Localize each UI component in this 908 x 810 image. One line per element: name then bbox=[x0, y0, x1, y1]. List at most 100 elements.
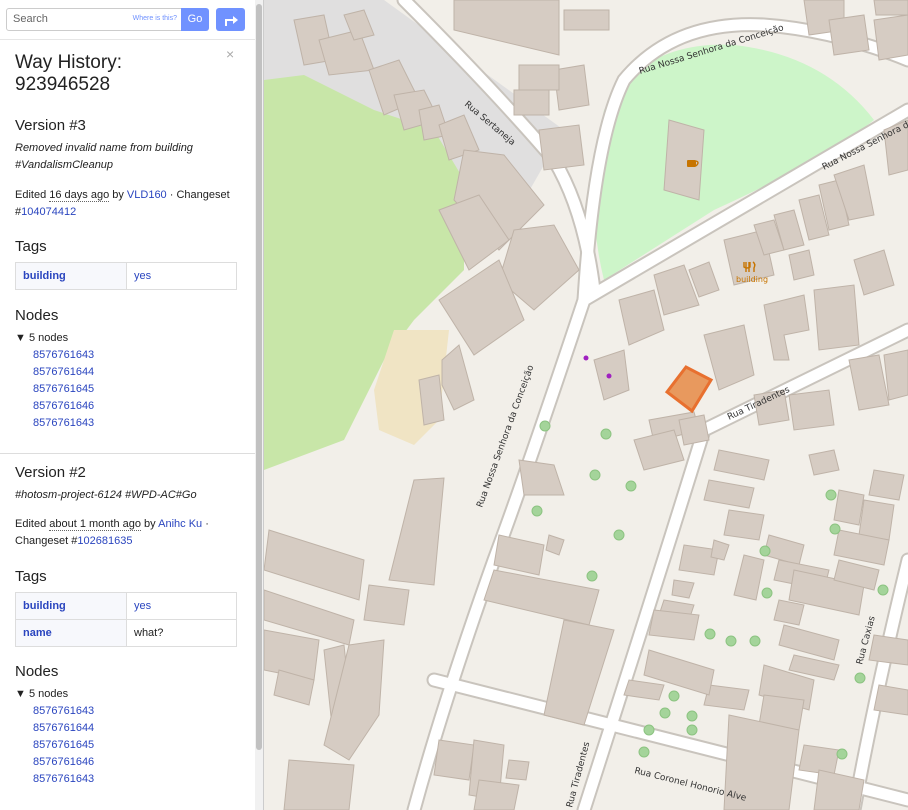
node-link[interactable]: 8576761645 bbox=[15, 381, 94, 398]
building bbox=[773, 599, 805, 626]
edited-prefix: Edited bbox=[15, 518, 50, 530]
building bbox=[873, 0, 908, 16]
tree bbox=[668, 690, 680, 702]
node-link[interactable]: 8576761646 bbox=[15, 754, 94, 771]
building bbox=[858, 499, 895, 541]
search-placeholder: Search bbox=[13, 13, 48, 25]
tree bbox=[825, 489, 837, 501]
changeset-link[interactable]: 102681635 bbox=[77, 535, 132, 547]
tree bbox=[836, 748, 848, 760]
tags-heading: Tags bbox=[15, 568, 47, 585]
search-bar: Search Where is this? Go bbox=[0, 0, 255, 39]
version-heading: Version #2 bbox=[15, 464, 86, 481]
building bbox=[868, 634, 908, 666]
node-link[interactable]: 8576761643 bbox=[15, 771, 94, 788]
changeset-prefix: · Changeset bbox=[166, 189, 230, 201]
edited-time: 16 days ago bbox=[49, 189, 110, 202]
point-of-interest[interactable] bbox=[606, 373, 612, 379]
building bbox=[678, 414, 710, 446]
by-text: by bbox=[141, 518, 159, 530]
tags-heading: Tags bbox=[15, 238, 47, 255]
building bbox=[833, 489, 865, 526]
tree bbox=[638, 746, 650, 758]
building bbox=[873, 684, 908, 716]
building bbox=[505, 759, 530, 781]
user-link[interactable]: Anihc Ku bbox=[158, 518, 202, 530]
tree bbox=[749, 635, 761, 647]
changeset-link[interactable]: 104074412 bbox=[21, 206, 76, 218]
tag-value: what? bbox=[126, 619, 237, 647]
node-link[interactable]: 8576761644 bbox=[15, 720, 94, 737]
tree bbox=[725, 635, 737, 647]
edit-meta-line: Edited 16 days ago by VLD160 · Changeset bbox=[15, 187, 230, 204]
version-divider bbox=[0, 453, 255, 454]
building bbox=[788, 389, 835, 431]
building bbox=[363, 584, 410, 626]
sidebar: Search Where is this? Go × Way History: … bbox=[0, 0, 264, 810]
tree bbox=[589, 469, 601, 481]
edited-prefix: Edited bbox=[15, 189, 50, 201]
edited-time: about 1 month ago bbox=[49, 518, 141, 531]
tag-row: name what? bbox=[15, 619, 237, 647]
tree bbox=[759, 545, 771, 557]
user-link[interactable]: VLD160 bbox=[127, 189, 167, 201]
search-input[interactable]: Search Where is this? bbox=[6, 8, 182, 31]
tree bbox=[704, 628, 716, 640]
building bbox=[433, 739, 475, 781]
tree bbox=[531, 505, 543, 517]
tree bbox=[877, 584, 889, 596]
edit-meta-line: Edited about 1 month ago by Anihc Ku · bbox=[15, 516, 209, 533]
tree bbox=[854, 672, 866, 684]
directions-button[interactable] bbox=[216, 8, 245, 31]
tag-key[interactable]: name bbox=[15, 619, 127, 647]
tree bbox=[625, 480, 637, 492]
changeset-comment: #hotosm-project-6124 #WPD-AC#Go bbox=[15, 489, 197, 501]
go-button[interactable]: Go bbox=[181, 8, 209, 31]
nodes-summary-toggle[interactable]: ▼ 5 nodes bbox=[15, 330, 94, 347]
way-id: 923946528 bbox=[15, 74, 111, 95]
directions-icon bbox=[225, 16, 238, 26]
tag-key[interactable]: building bbox=[15, 592, 127, 620]
building bbox=[828, 14, 870, 56]
by-text: by bbox=[109, 189, 127, 201]
map-view[interactable]: building Rua Nossa Senhora da Conceição … bbox=[264, 0, 908, 810]
tag-row: building yes bbox=[15, 262, 237, 290]
sidebar-scrollbar[interactable] bbox=[255, 0, 263, 810]
where-is-this-link[interactable]: Where is this? bbox=[133, 15, 177, 22]
tree bbox=[586, 570, 598, 582]
tag-value[interactable]: yes bbox=[126, 262, 237, 290]
node-link[interactable]: 8576761645 bbox=[15, 737, 94, 754]
node-link[interactable]: 8576761644 bbox=[15, 364, 94, 381]
building bbox=[563, 9, 610, 31]
node-list: ▼ 5 nodes 8576761643 8576761644 85767616… bbox=[15, 686, 94, 788]
tree bbox=[600, 428, 612, 440]
tag-value[interactable]: yes bbox=[126, 592, 237, 620]
edit-meta-line: Changeset #102681635 bbox=[15, 533, 209, 550]
building bbox=[648, 609, 700, 641]
tag-key[interactable]: building bbox=[15, 262, 127, 290]
building bbox=[513, 89, 550, 116]
edit-meta: Edited 16 days ago by VLD160 · Changeset… bbox=[15, 187, 230, 221]
building bbox=[868, 469, 905, 501]
scrollbar-thumb[interactable] bbox=[256, 4, 262, 750]
tags-table: building yes bbox=[15, 262, 237, 290]
tree bbox=[686, 710, 698, 722]
close-icon[interactable]: × bbox=[226, 46, 234, 62]
node-link[interactable]: 8576761643 bbox=[15, 703, 94, 720]
changeset-comment: Removed invalid name from building #Vand… bbox=[15, 140, 193, 174]
building bbox=[473, 779, 520, 810]
node-link[interactable]: 8576761643 bbox=[15, 415, 94, 432]
tree bbox=[659, 707, 671, 719]
nodes-summary-toggle[interactable]: ▼ 5 nodes bbox=[15, 686, 94, 703]
node-link[interactable]: 8576761646 bbox=[15, 398, 94, 415]
map-canvas[interactable]: building Rua Nossa Senhora da Conceição … bbox=[264, 0, 908, 810]
changeset-prefix: · bbox=[202, 518, 209, 530]
node-link[interactable]: 8576761643 bbox=[15, 347, 94, 364]
building bbox=[283, 759, 355, 810]
edit-meta: Edited about 1 month ago by Anihc Ku · C… bbox=[15, 516, 209, 550]
building bbox=[663, 119, 705, 201]
point-of-interest[interactable] bbox=[583, 355, 589, 361]
building bbox=[788, 249, 815, 281]
building bbox=[808, 449, 840, 476]
changeset-prefix: Changeset # bbox=[15, 535, 78, 547]
